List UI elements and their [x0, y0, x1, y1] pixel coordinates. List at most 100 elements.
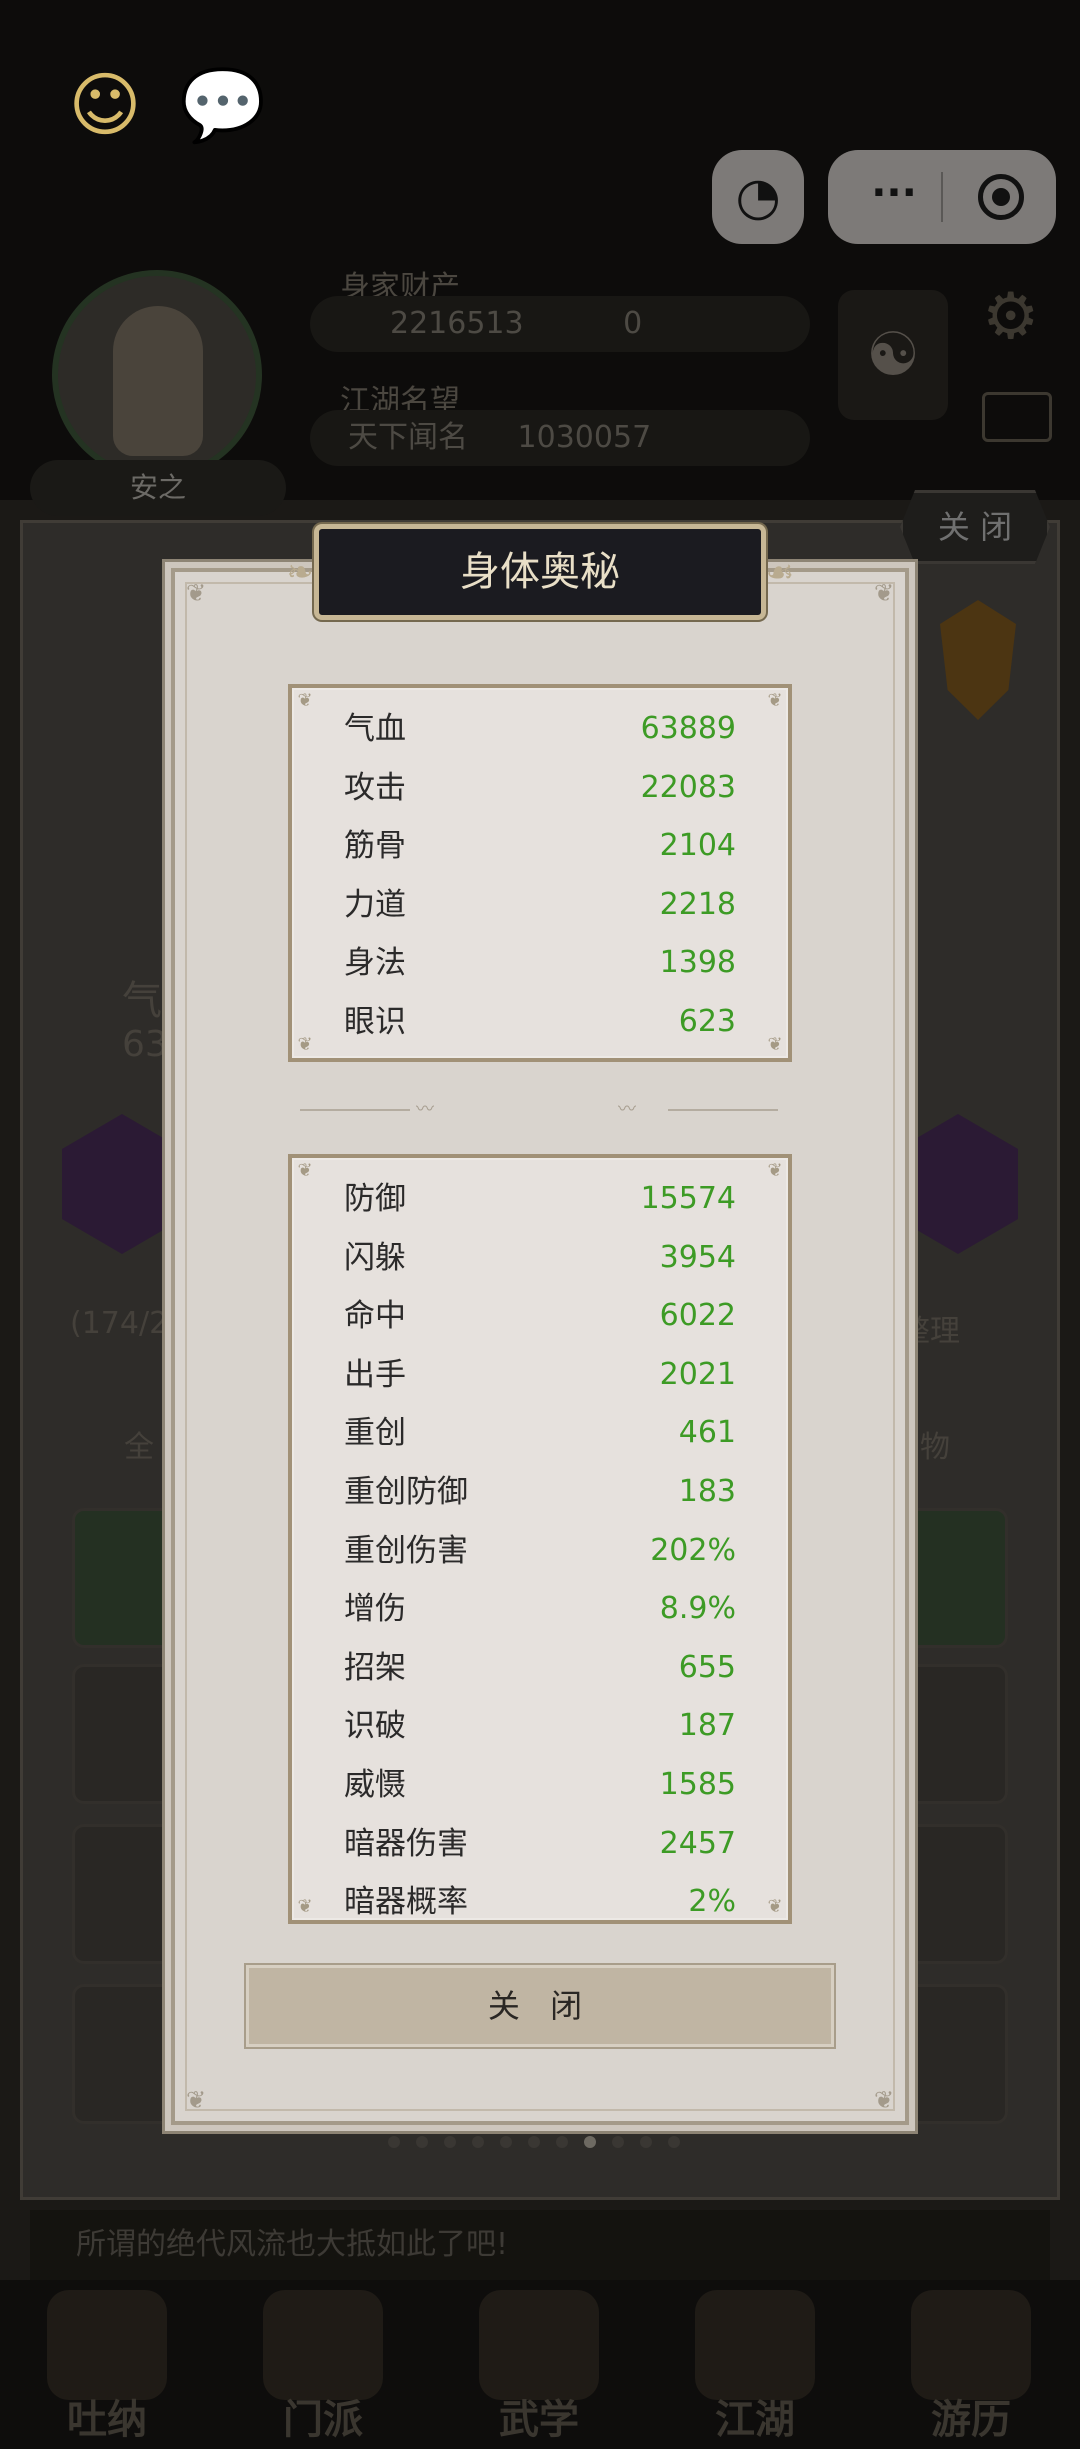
stat-name: 重创防御	[344, 1473, 468, 1510]
stat-row: 身法 1398	[292, 934, 788, 993]
stat-row: 闪躲 3954	[292, 1229, 788, 1288]
stat-name: 识破	[344, 1708, 406, 1745]
stat-value: 2021	[659, 1356, 736, 1392]
stat-row: 重创 461	[292, 1404, 788, 1463]
fame-title: 天下闻名	[348, 420, 468, 455]
stat-name: 攻击	[344, 769, 406, 806]
inventory-count: (174/28	[70, 1306, 188, 1341]
stat-row: 出手 2021	[292, 1346, 788, 1405]
divider-ornament-icon: 〰	[416, 1099, 434, 1120]
gold-amount: 2216513	[390, 306, 524, 341]
stat-value: 1585	[659, 1766, 736, 1802]
news-ticker: 所谓的绝代风流也大抵如此了吧!	[30, 2210, 1050, 2280]
dialog-title-plate: 身体奥秘	[314, 524, 766, 620]
capsule-divider	[941, 172, 943, 222]
stat-value: 2218	[659, 886, 736, 922]
stat-value: 1398	[659, 945, 736, 981]
nav-wuxue[interactable]: 武学	[444, 2280, 634, 2449]
stat-name: 命中	[344, 1298, 406, 1335]
user-head-icon[interactable]: ☺	[60, 60, 150, 150]
jade-amount: 0	[623, 306, 643, 341]
bottom-navigation: 吐纳 门派 武学 江湖 游历	[0, 2280, 1080, 2449]
filter-all-tab[interactable]: 全	[124, 1422, 154, 1466]
stat-value: 187	[678, 1708, 736, 1744]
divider-ornament-icon: 〰	[618, 1099, 636, 1120]
chat-bubbles-icon[interactable]: 💬	[178, 60, 268, 150]
mail-icon[interactable]	[982, 392, 1052, 442]
stat-value: 623	[678, 1003, 736, 1039]
wealth-pill: 2216513 0	[310, 296, 810, 352]
stat-row: 重创防御 183	[292, 1463, 788, 1522]
stat-value: 8.9%	[659, 1591, 736, 1627]
stat-name: 闪躲	[344, 1239, 406, 1276]
stat-value: 63889	[640, 711, 736, 746]
more-dots-icon[interactable]: ···	[854, 150, 934, 236]
stat-name: 招架	[344, 1649, 406, 1686]
jianghu-icon	[695, 2290, 815, 2400]
stat-value: 461	[678, 1415, 736, 1451]
nav-menpai[interactable]: 门派	[228, 2280, 418, 2449]
stat-value: 6022	[659, 1298, 736, 1334]
stat-name: 气血	[344, 711, 406, 747]
nav-label: 武学	[499, 2396, 579, 2443]
stat-name: 筋骨	[344, 828, 406, 865]
gear-icon[interactable]: ⚙	[982, 282, 1052, 352]
stat-row: 攻击 22083	[292, 759, 788, 818]
dialog-title: 身体奥秘	[460, 549, 620, 595]
stat-value: 183	[678, 1473, 736, 1509]
game-icon[interactable]: ◔	[712, 150, 804, 244]
page-indicator	[388, 2136, 680, 2148]
stat-name: 增伤	[344, 1591, 406, 1628]
stat-value: 3954	[659, 1239, 736, 1275]
stat-name: 暗器伤害	[344, 1825, 468, 1862]
stat-name: 出手	[344, 1356, 406, 1393]
close-button[interactable]: 关 闭	[246, 1965, 834, 2047]
stat-name: 身法	[344, 945, 406, 982]
martial-arts-icon	[479, 2290, 599, 2400]
record-icon[interactable]	[978, 174, 1024, 220]
filter-item-tab[interactable]: 物	[920, 1422, 950, 1466]
divider-line	[300, 1109, 410, 1111]
player-avatar	[52, 270, 262, 480]
background-close-button[interactable]: 关 闭	[900, 490, 1050, 564]
stat-row: 识破 187	[292, 1697, 788, 1756]
stat-row: 筋骨 2104	[292, 817, 788, 876]
stat-row: 重创伤害 202%	[292, 1522, 788, 1581]
stat-row: 增伤 8.9%	[292, 1580, 788, 1639]
stat-row: 威慑 1585	[292, 1756, 788, 1815]
stat-row: 力道 2218	[292, 876, 788, 935]
secondary-stats-panel[interactable]: ❦ ❦ ❦ ❦ 防御 15574 闪躲 3954 命中 6022 出手 2021 重创 4…	[288, 1154, 792, 1924]
stat-value: 22083	[640, 769, 736, 805]
stat-value: 15574	[640, 1181, 736, 1216]
corner-ornament-icon: ❦	[873, 579, 895, 607]
section-divider: 〰 〰	[300, 1100, 780, 1120]
stat-value: 202%	[650, 1532, 736, 1568]
stat-name: 力道	[344, 886, 406, 923]
stat-row: 眼识 623	[292, 993, 788, 1052]
stat-row: 招架 655	[292, 1639, 788, 1698]
stat-name: 威慑	[344, 1766, 406, 1803]
stat-value: 2457	[659, 1825, 736, 1861]
corner-ornament-icon: ❦	[185, 2086, 207, 2114]
nav-youli[interactable]: 游历	[876, 2280, 1066, 2449]
nav-jianghu[interactable]: 江湖	[660, 2280, 850, 2449]
nav-tuna[interactable]: 吐纳	[12, 2280, 202, 2449]
stat-row: 命中 6022	[292, 1287, 788, 1346]
stat-value: 655	[678, 1649, 736, 1685]
divider-line	[668, 1109, 778, 1111]
stat-value: 2104	[659, 828, 736, 864]
stat-name: 眼识	[344, 1003, 406, 1040]
player-name: 安之	[30, 460, 286, 516]
miniprogram-capsule: ···	[828, 150, 1056, 244]
stat-row: 防御 15574	[292, 1170, 788, 1229]
sort-button[interactable]: 整理	[900, 1306, 960, 1350]
nav-label: 江湖	[715, 2396, 795, 2443]
stat-row: 暗器概率 2%	[292, 1873, 788, 1920]
primary-stats-panel: ❦ ❦ ❦ ❦ 气血 63889 攻击 22083 筋骨 2104 力道 2218 身法…	[288, 684, 792, 1062]
stat-name: 重创	[344, 1415, 406, 1452]
yinyang-icon[interactable]: ☯	[838, 290, 948, 420]
nav-label: 门派	[283, 2396, 363, 2443]
corner-ornament-icon: ❦	[873, 2086, 895, 2114]
title-wing-left-icon: ❧	[286, 553, 314, 591]
fame-value: 1030057	[517, 420, 652, 455]
